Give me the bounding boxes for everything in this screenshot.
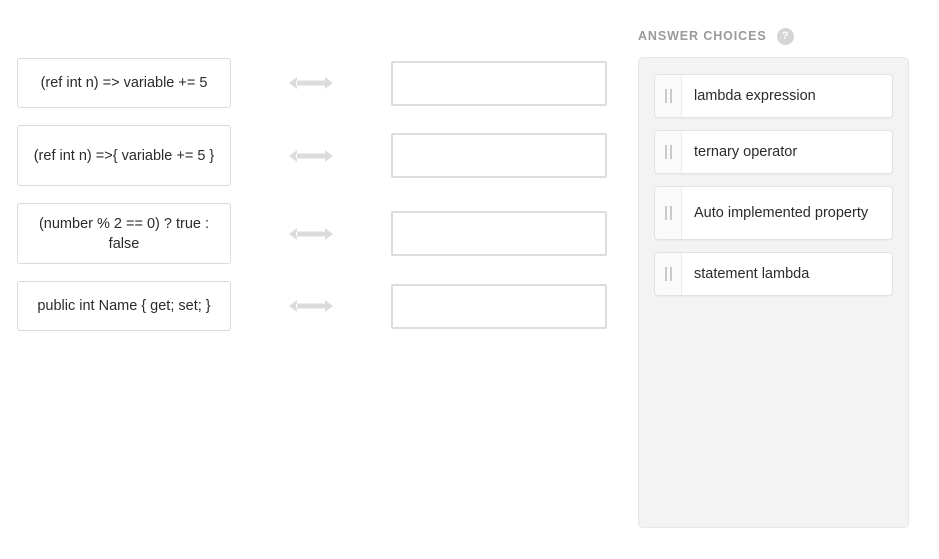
answer-choice-card[interactable]: ternary operator (654, 130, 893, 174)
answer-choice-card[interactable]: statement lambda (654, 252, 893, 296)
drop-zone[interactable] (391, 60, 607, 106)
help-icon[interactable]: ? (776, 27, 794, 45)
double-arrow-icon (231, 74, 391, 92)
match-row: (ref int n) => variable += 5 (17, 58, 608, 108)
drag-handle-icon[interactable] (655, 187, 682, 239)
double-arrow-icon (231, 147, 391, 165)
match-row: public int Name { get; set; } (17, 281, 608, 331)
answer-choice-label: ternary operator (694, 143, 798, 160)
drop-zone[interactable] (391, 211, 607, 256)
match-row: (number % 2 == 0) ? true : false (17, 203, 608, 264)
answer-choice-card[interactable]: Auto implemented property (654, 186, 893, 240)
double-arrow-icon (231, 225, 391, 243)
answer-choices-panel: lambda expression ternary operator Auto … (638, 57, 909, 528)
answer-choices-section: ANSWER CHOICES ? lambda expression terna… (638, 26, 909, 528)
answer-choice-label: lambda expression (694, 87, 816, 104)
answer-choice-label: Auto implemented property (694, 204, 869, 221)
prompt-card: (number % 2 == 0) ? true : false (17, 203, 231, 264)
answer-choice-card[interactable]: lambda expression (654, 74, 893, 118)
prompt-card: (ref int n) =>{ variable += 5 } (17, 125, 231, 186)
prompt-card: (ref int n) => variable += 5 (17, 58, 231, 108)
drag-handle-icon[interactable] (655, 253, 682, 295)
answer-choice-label: statement lambda (694, 265, 810, 282)
match-row: (ref int n) =>{ variable += 5 } (17, 125, 608, 186)
drop-zone[interactable] (391, 133, 607, 178)
drag-handle-icon[interactable] (655, 131, 682, 173)
matching-question-page: (ref int n) => variable += 5 (ref int n)… (0, 0, 939, 559)
matching-area: (ref int n) => variable += 5 (ref int n)… (17, 58, 608, 348)
answer-choices-header: ANSWER CHOICES ? (638, 26, 909, 46)
drop-zone[interactable] (391, 283, 607, 329)
answer-choices-title: ANSWER CHOICES (638, 29, 767, 43)
drag-handle-icon[interactable] (655, 75, 682, 117)
prompt-card: public int Name { get; set; } (17, 281, 231, 331)
double-arrow-icon (231, 297, 391, 315)
